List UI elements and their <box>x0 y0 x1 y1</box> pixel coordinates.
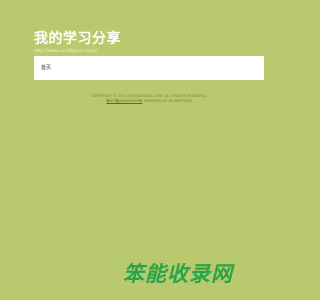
site-title[interactable]: 我的学习分享 <box>34 30 121 48</box>
icp-link[interactable]: 粤ICP备XXXXXXXX号 <box>106 99 142 103</box>
watermark-char: 能 <box>145 262 166 286</box>
watermark-char: 收 <box>167 262 188 286</box>
site-url: http://www.xxxbbbxxx.com/ <box>34 49 97 54</box>
content-text: 首页 <box>41 65 52 71</box>
watermark-logo: 笨 能 收 录 网 <box>123 262 232 286</box>
watermark-char: 录 <box>189 262 210 286</box>
content-box: 首页 <box>34 56 264 80</box>
watermark-char: 网 <box>211 262 232 286</box>
watermark-char: 笨 <box>123 262 144 286</box>
footer-line-2: 粤ICP备XXXXXXXX号 POWERED BY WORDPRESS <box>34 99 264 104</box>
site-header: 我的学习分享 http://www.xxxbbbxxx.com/ <box>34 30 121 54</box>
powered-by-text: POWERED BY WORDPRESS <box>143 99 192 103</box>
site-footer: COPYRIGHT © 2023 XXXXXXXXXX.COM. ALL RIG… <box>34 94 264 104</box>
